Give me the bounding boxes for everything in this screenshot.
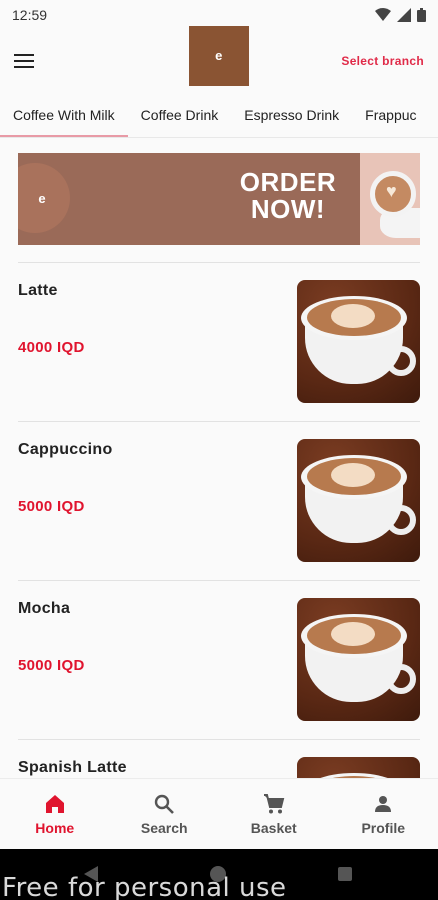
banner-line-1: ORDER [239, 167, 337, 197]
product-name: Spanish Latte [18, 759, 127, 776]
banner-line-2: NOW! [250, 194, 326, 224]
product-image[interactable] [297, 598, 420, 721]
product-price: 4000 IQD [18, 339, 85, 356]
nav-search[interactable]: Search [110, 779, 220, 849]
tab-coffee-drink[interactable]: Coffee Drink [128, 92, 232, 137]
banner-logo: e [18, 163, 70, 233]
product-price: 5000 IQD [18, 657, 85, 674]
bottom-navigation: Home Search Basket Profile [0, 778, 438, 849]
select-branch-button[interactable]: Select branch [341, 54, 424, 68]
nav-home-label: Home [35, 820, 75, 836]
product-item-latte[interactable]: Latte 4000 IQD [18, 262, 420, 421]
product-name: Cappuccino [18, 441, 113, 458]
nav-basket-label: Basket [250, 820, 297, 836]
logo-mark: e [215, 48, 223, 63]
product-image[interactable] [297, 757, 420, 778]
tab-coffee-with-milk[interactable]: Coffee With Milk [0, 92, 128, 137]
product-item-mocha[interactable]: Mocha 5000 IQD [18, 580, 420, 739]
product-list: Latte 4000 IQD Cappuccino 5000 IQD Mocha… [18, 262, 420, 778]
nav-profile-label: Profile [361, 820, 406, 836]
recent-apps-icon[interactable] [338, 867, 352, 881]
watermark-text: Free for personal use [2, 873, 287, 900]
nav-profile[interactable]: Profile [329, 779, 438, 849]
nav-basket[interactable]: Basket [219, 779, 329, 849]
product-name: Mocha [18, 600, 71, 617]
product-price: 5000 IQD [18, 498, 85, 515]
banner-logo-mark: e [38, 190, 46, 206]
profile-icon [375, 796, 392, 812]
battery-icon [417, 8, 426, 22]
cellular-icon [397, 8, 411, 22]
tab-frappuccino[interactable]: Frappuc [352, 92, 429, 137]
product-name: Latte [18, 282, 58, 299]
home-icon [45, 795, 64, 813]
wifi-icon [375, 8, 391, 21]
app-bar: e Select branch [0, 26, 438, 92]
product-item-spanish-latte[interactable]: Spanish Latte [18, 739, 420, 778]
nav-home[interactable]: Home [0, 779, 110, 849]
nav-search-label: Search [140, 820, 188, 836]
menu-icon[interactable] [14, 47, 42, 75]
product-image[interactable] [297, 439, 420, 562]
cart-icon [263, 794, 285, 814]
status-time: 12:59 [12, 7, 48, 23]
banner-coffee-cup-icon [370, 171, 416, 217]
brand-logo: e [189, 26, 249, 86]
product-image[interactable] [297, 280, 420, 403]
menu-content[interactable]: e ORDER NOW! Latte 4000 IQD Cappuccino 5… [0, 138, 438, 778]
tab-espresso-drink[interactable]: Espresso Drink [231, 92, 352, 137]
order-now-banner[interactable]: e ORDER NOW! [18, 153, 420, 245]
banner-title: ORDER NOW! [228, 169, 348, 223]
search-icon [155, 794, 175, 814]
product-item-cappuccino[interactable]: Cappuccino 5000 IQD [18, 421, 420, 580]
category-tabs: Coffee With Milk Coffee Drink Espresso D… [0, 92, 438, 137]
